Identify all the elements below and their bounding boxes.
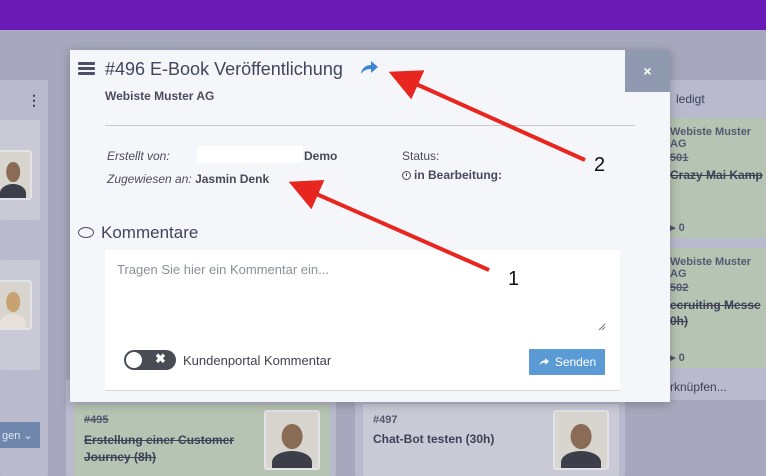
toggle-off-icon: ✖ <box>155 351 166 366</box>
portal-comment-toggle[interactable]: ✖ <box>124 350 176 370</box>
column-header: ledigt <box>676 92 705 106</box>
portal-comment-label: Kundenportal Kommentar <box>183 353 332 368</box>
created-by-label: Erstellt von: <box>107 149 170 163</box>
avatar <box>0 150 32 200</box>
close-icon: × <box>643 63 652 79</box>
share-arrow-icon[interactable] <box>359 59 379 77</box>
right-card[interactable]: Webiste Muster AG 501 Crazy Mai Kamp ▸ 0 <box>660 118 766 238</box>
card-title: Crazy Mai Kamp <box>670 168 763 182</box>
annotation-number-2: 2 <box>594 154 606 176</box>
avatar <box>0 280 32 330</box>
comment-bubble-icon <box>78 227 94 238</box>
comments-heading: Kommentare <box>78 223 198 243</box>
modal-title: #496 E-Book Veröffentlichung <box>105 59 343 79</box>
left-column-button[interactable]: gen ⌄ <box>0 422 40 448</box>
card-number: #497 <box>373 414 398 426</box>
company-name: Webiste Muster AG <box>105 89 215 103</box>
assigned-to-row: Zugewiesen an: Jasmin Denk <box>107 172 269 186</box>
card-number: 501 <box>670 152 689 164</box>
avatar <box>264 410 320 470</box>
status-value-row: in Bearbeitung: <box>402 168 502 182</box>
column-menu-icon[interactable]: ⋮ <box>27 92 41 109</box>
card-company: Webiste Muster AG <box>670 126 752 150</box>
status-label: Status: <box>402 149 440 163</box>
send-button[interactable]: Senden <box>529 349 605 375</box>
close-button[interactable]: × <box>625 50 670 92</box>
status-value: in Bearbeitung: <box>414 168 503 182</box>
comment-input[interactable] <box>117 262 605 332</box>
comment-panel: ✖ Kundenportal Kommentar Senden <box>105 250 620 391</box>
resize-grip-icon[interactable] <box>598 323 606 331</box>
right-card[interactable]: Webiste Muster AG 502 ecruiting Messe 0h… <box>660 248 766 368</box>
left-card[interactable] <box>0 260 40 370</box>
card-title: ecruiting Messe <box>670 298 761 312</box>
annotation-number-1: 1 <box>508 268 520 290</box>
column-footer-link[interactable]: rknüpfen... <box>670 380 727 394</box>
app-topbar <box>0 0 766 30</box>
left-card[interactable] <box>0 120 40 220</box>
card-number: #495 <box>84 414 109 426</box>
assigned-to-label: Zugewiesen an: <box>107 172 192 186</box>
card-title: Chat-Bot testen (30h) <box>373 432 495 446</box>
clock-icon <box>402 171 411 180</box>
card-title-line2: 0h) <box>670 314 688 328</box>
card-number: 502 <box>670 282 689 294</box>
task-detail-modal: #496 E-Book Veröffentlichung Webiste Mus… <box>70 50 670 402</box>
card-company: Webiste Muster AG <box>670 256 752 280</box>
share-arrow-icon <box>539 358 549 366</box>
assigned-to-value[interactable]: Jasmin Denk <box>195 172 269 186</box>
redacted-name <box>197 146 303 163</box>
tasks-list-icon <box>78 62 95 76</box>
avatar <box>553 410 609 470</box>
card-count: ▸ 0 <box>670 352 685 364</box>
right-column: ledigt Webiste Muster AG 501 Crazy Mai K… <box>660 80 766 400</box>
bottom-card[interactable]: #495 Erstellung einer Customer Journey (… <box>74 404 330 476</box>
created-by-value: Demo <box>304 149 338 163</box>
bottom-card[interactable]: #497 Chat-Bot testen (30h) <box>363 404 619 476</box>
created-by-row: Erstellt von: <box>107 149 170 163</box>
left-column: ⋮ gen ⌄ <box>0 80 48 476</box>
card-count: ▸ 0 <box>670 222 685 234</box>
divider <box>105 125 635 126</box>
card-title: Erstellung einer Customer Journey (8h) <box>84 433 235 464</box>
